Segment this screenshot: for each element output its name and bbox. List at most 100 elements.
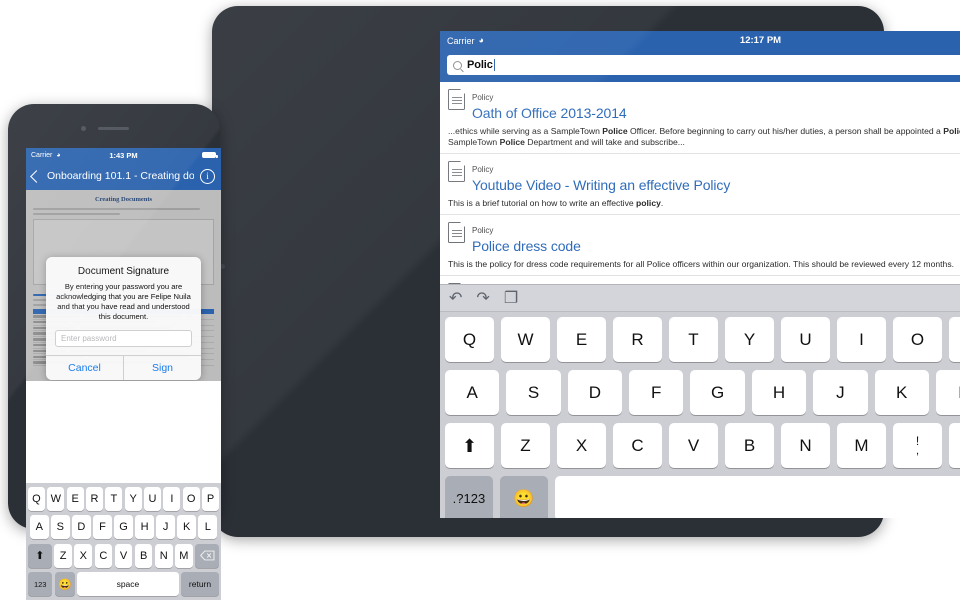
numeric-key-left[interactable]: .?123 [445,476,493,518]
key-i[interactable]: I [837,317,886,362]
key-t[interactable]: T [105,487,122,511]
key-u[interactable]: U [781,317,830,362]
key-v[interactable]: V [115,544,133,568]
key-s[interactable]: S [506,370,560,415]
return-key[interactable]: return [181,572,219,596]
shift-icon-left[interactable]: ⬆ [445,423,494,468]
password-field[interactable]: Enter password [55,330,192,347]
emoji-icon[interactable]: 😀 [55,572,75,596]
key-h[interactable]: H [752,370,806,415]
key-g[interactable]: G [690,370,744,415]
key-f[interactable]: F [93,515,112,539]
key-r[interactable]: R [86,487,103,511]
backspace-icon[interactable] [195,544,219,568]
undo-icon[interactable]: ↶ [449,288,462,308]
back-chevron-icon[interactable] [30,170,43,183]
dialog-title: Document Signature [55,266,192,277]
keyboard-row-4: .?123 😀 .?123 [445,476,960,518]
key-t[interactable]: T [669,317,718,362]
key-z[interactable]: Z [501,423,550,468]
key-g[interactable]: G [114,515,133,539]
dialog-message: By entering your password you are acknow… [55,282,192,322]
search-input[interactable]: Polic ✕ [447,55,960,75]
key-d[interactable]: D [568,370,622,415]
result-kind-label: Policy [472,93,493,102]
space-key[interactable]: space [77,572,178,596]
key-h[interactable]: H [135,515,154,539]
key-x[interactable]: X [557,423,606,468]
search-result-row-1[interactable]: Policy Oath of Office 2013-2014 ...ethic… [440,82,960,154]
key-j[interactable]: J [813,370,867,415]
key-o[interactable]: O [893,317,942,362]
key-v[interactable]: V [669,423,718,468]
result-kind-label: Policy [472,165,493,174]
key-e[interactable]: E [67,487,84,511]
key-u[interactable]: U [144,487,161,511]
emoji-icon[interactable]: 😀 [500,476,548,518]
document-signature-dialog[interactable]: Document Signature By entering your pass… [46,257,201,380]
key-x[interactable]: X [74,544,92,568]
key-z[interactable]: Z [54,544,72,568]
ipad-keyboard[interactable]: ↶ ↷ ❐ Q W E R T Y U I O P [440,284,960,518]
sign-button[interactable]: Sign [123,356,201,380]
key-e[interactable]: E [557,317,606,362]
key-d[interactable]: D [72,515,91,539]
info-icon[interactable]: i [200,169,215,184]
key-r[interactable]: R [613,317,662,362]
key-m[interactable]: M [837,423,886,468]
key-l[interactable]: L [936,370,960,415]
key-c[interactable]: C [613,423,662,468]
key-p[interactable]: P [202,487,219,511]
space-key[interactable] [555,476,960,518]
key-k[interactable]: K [875,370,929,415]
key-w[interactable]: W [47,487,64,511]
key-a[interactable]: A [445,370,499,415]
page-title: Onboarding 101.1 - Creating do... [47,170,194,182]
key-l[interactable]: L [198,515,217,539]
key-o[interactable]: O [183,487,200,511]
key-q[interactable]: Q [445,317,494,362]
key-f[interactable]: F [629,370,683,415]
iphone-status-bar: Carrier ◕ 1:43 PM [26,148,221,162]
key-y[interactable]: Y [725,317,774,362]
result-title-link[interactable]: Oath of Office 2013-2014 [472,105,627,121]
iphone-screen: Carrier ◕ 1:43 PM Onboarding 101.1 - Cre… [26,148,221,600]
key-question-period[interactable]: ? . [949,423,960,468]
search-results-list[interactable]: Policy Oath of Office 2013-2014 ...ethic… [440,82,960,284]
status-right [202,152,216,158]
key-w[interactable]: W [501,317,550,362]
search-bar: Polic ✕ Cancel [440,50,960,82]
key-exclamation-comma[interactable]: ! , [893,423,942,468]
keyboard-toolbar: ↶ ↷ ❐ [440,285,960,312]
document-viewer[interactable]: Creating Documents [26,190,221,381]
key-m[interactable]: M [175,544,193,568]
iphone-keyboard[interactable]: Q W E R T Y U I O P A S D F G H J K L [26,483,221,600]
numeric-key[interactable]: 123 [28,572,52,596]
key-a[interactable]: A [30,515,49,539]
key-s[interactable]: S [51,515,70,539]
redo-icon[interactable]: ↷ [476,288,489,308]
search-result-row-2[interactable]: Policy Youtube Video - Writing an effect… [440,154,960,215]
key-i[interactable]: I [163,487,180,511]
key-j[interactable]: J [156,515,175,539]
search-result-row-4[interactable]: Policy Statement Effective Policy for We… [440,276,960,284]
result-title-link[interactable]: Police dress code [472,238,581,254]
key-b[interactable]: B [135,544,153,568]
iphone-keyboard-row-2: A S D F G H J K L [28,515,219,539]
key-n[interactable]: N [155,544,173,568]
search-result-row-3[interactable]: Policy Police dress code This is the pol… [440,215,960,276]
key-p[interactable]: P [949,317,960,362]
cancel-button[interactable]: Cancel [46,356,123,380]
key-q[interactable]: Q [28,487,45,511]
ipad-status-bar: Carrier ◕ 12:17 PM 100% [440,31,960,50]
key-n[interactable]: N [781,423,830,468]
paste-icon[interactable]: ❐ [504,288,518,308]
result-title-link[interactable]: Youtube Video - Writing an effective Pol… [472,177,730,193]
document-body-lines [26,203,221,215]
key-y[interactable]: Y [125,487,142,511]
status-time: 12:17 PM [440,35,960,46]
key-b[interactable]: B [725,423,774,468]
key-c[interactable]: C [95,544,113,568]
key-k[interactable]: K [177,515,196,539]
shift-icon[interactable]: ⬆ [28,544,52,568]
